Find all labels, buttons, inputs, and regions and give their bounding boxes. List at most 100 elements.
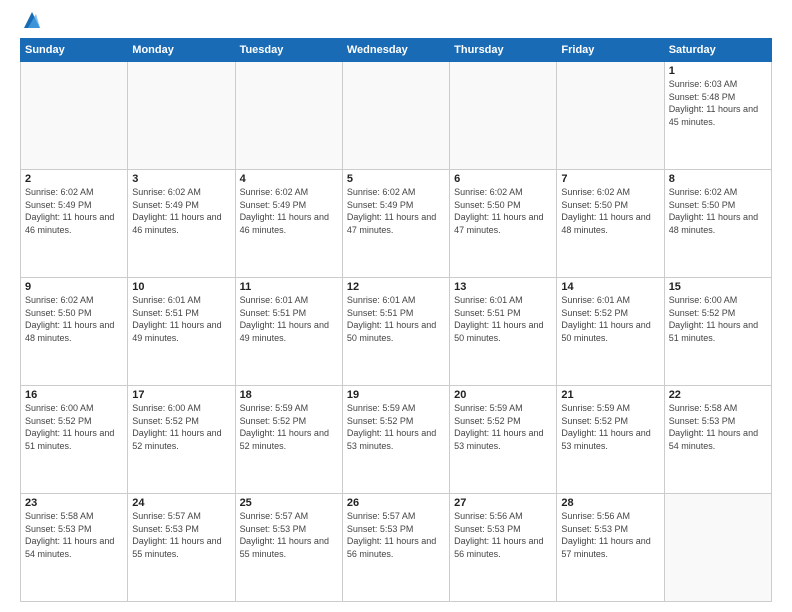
day-number: 17 <box>132 389 230 401</box>
day-header-friday: Friday <box>557 39 664 62</box>
day-info: Sunrise: 5:57 AM Sunset: 5:53 PM Dayligh… <box>240 510 338 560</box>
day-info: Sunrise: 5:59 AM Sunset: 5:52 PM Dayligh… <box>240 402 338 452</box>
calendar-cell: 26Sunrise: 5:57 AM Sunset: 5:53 PM Dayli… <box>342 494 449 602</box>
day-number: 2 <box>25 173 123 185</box>
calendar-cell: 1Sunrise: 6:03 AM Sunset: 5:48 PM Daylig… <box>664 62 771 170</box>
day-number: 14 <box>561 281 659 293</box>
calendar-cell: 9Sunrise: 6:02 AM Sunset: 5:50 PM Daylig… <box>21 278 128 386</box>
day-number: 6 <box>454 173 552 185</box>
calendar-cell <box>557 62 664 170</box>
calendar-cell: 5Sunrise: 6:02 AM Sunset: 5:49 PM Daylig… <box>342 170 449 278</box>
day-number: 9 <box>25 281 123 293</box>
calendar-cell: 15Sunrise: 6:00 AM Sunset: 5:52 PM Dayli… <box>664 278 771 386</box>
calendar-cell: 16Sunrise: 6:00 AM Sunset: 5:52 PM Dayli… <box>21 386 128 494</box>
day-header-tuesday: Tuesday <box>235 39 342 62</box>
day-header-sunday: Sunday <box>21 39 128 62</box>
day-info: Sunrise: 6:00 AM Sunset: 5:52 PM Dayligh… <box>25 402 123 452</box>
day-number: 24 <box>132 497 230 509</box>
day-header-wednesday: Wednesday <box>342 39 449 62</box>
day-info: Sunrise: 6:02 AM Sunset: 5:49 PM Dayligh… <box>132 186 230 236</box>
day-number: 5 <box>347 173 445 185</box>
page: SundayMondayTuesdayWednesdayThursdayFrid… <box>0 0 792 612</box>
day-info: Sunrise: 6:02 AM Sunset: 5:50 PM Dayligh… <box>454 186 552 236</box>
calendar-cell: 21Sunrise: 5:59 AM Sunset: 5:52 PM Dayli… <box>557 386 664 494</box>
calendar-cell <box>21 62 128 170</box>
day-number: 20 <box>454 389 552 401</box>
calendar-cell: 27Sunrise: 5:56 AM Sunset: 5:53 PM Dayli… <box>450 494 557 602</box>
day-info: Sunrise: 6:02 AM Sunset: 5:50 PM Dayligh… <box>561 186 659 236</box>
day-header-thursday: Thursday <box>450 39 557 62</box>
day-number: 25 <box>240 497 338 509</box>
day-number: 26 <box>347 497 445 509</box>
calendar-week-row: 1Sunrise: 6:03 AM Sunset: 5:48 PM Daylig… <box>21 62 772 170</box>
calendar-cell: 24Sunrise: 5:57 AM Sunset: 5:53 PM Dayli… <box>128 494 235 602</box>
calendar-cell: 19Sunrise: 5:59 AM Sunset: 5:52 PM Dayli… <box>342 386 449 494</box>
day-info: Sunrise: 6:01 AM Sunset: 5:51 PM Dayligh… <box>347 294 445 344</box>
calendar-cell: 8Sunrise: 6:02 AM Sunset: 5:50 PM Daylig… <box>664 170 771 278</box>
calendar-cell: 20Sunrise: 5:59 AM Sunset: 5:52 PM Dayli… <box>450 386 557 494</box>
day-number: 16 <box>25 389 123 401</box>
day-info: Sunrise: 5:58 AM Sunset: 5:53 PM Dayligh… <box>25 510 123 560</box>
day-info: Sunrise: 5:58 AM Sunset: 5:53 PM Dayligh… <box>669 402 767 452</box>
day-info: Sunrise: 6:03 AM Sunset: 5:48 PM Dayligh… <box>669 78 767 128</box>
day-header-monday: Monday <box>128 39 235 62</box>
calendar-week-row: 16Sunrise: 6:00 AM Sunset: 5:52 PM Dayli… <box>21 386 772 494</box>
day-info: Sunrise: 6:01 AM Sunset: 5:51 PM Dayligh… <box>240 294 338 344</box>
calendar-cell: 17Sunrise: 6:00 AM Sunset: 5:52 PM Dayli… <box>128 386 235 494</box>
day-info: Sunrise: 6:01 AM Sunset: 5:52 PM Dayligh… <box>561 294 659 344</box>
calendar-week-row: 9Sunrise: 6:02 AM Sunset: 5:50 PM Daylig… <box>21 278 772 386</box>
day-info: Sunrise: 6:01 AM Sunset: 5:51 PM Dayligh… <box>454 294 552 344</box>
calendar-cell <box>450 62 557 170</box>
calendar-cell: 22Sunrise: 5:58 AM Sunset: 5:53 PM Dayli… <box>664 386 771 494</box>
calendar-week-row: 2Sunrise: 6:02 AM Sunset: 5:49 PM Daylig… <box>21 170 772 278</box>
header <box>20 16 772 30</box>
calendar-cell <box>342 62 449 170</box>
calendar-cell: 18Sunrise: 5:59 AM Sunset: 5:52 PM Dayli… <box>235 386 342 494</box>
day-number: 11 <box>240 281 338 293</box>
day-number: 10 <box>132 281 230 293</box>
calendar-header-row: SundayMondayTuesdayWednesdayThursdayFrid… <box>21 39 772 62</box>
day-number: 23 <box>25 497 123 509</box>
day-number: 22 <box>669 389 767 401</box>
calendar-week-row: 23Sunrise: 5:58 AM Sunset: 5:53 PM Dayli… <box>21 494 772 602</box>
day-info: Sunrise: 5:59 AM Sunset: 5:52 PM Dayligh… <box>561 402 659 452</box>
day-info: Sunrise: 6:02 AM Sunset: 5:49 PM Dayligh… <box>25 186 123 236</box>
day-info: Sunrise: 5:59 AM Sunset: 5:52 PM Dayligh… <box>454 402 552 452</box>
day-number: 12 <box>347 281 445 293</box>
calendar-cell: 14Sunrise: 6:01 AM Sunset: 5:52 PM Dayli… <box>557 278 664 386</box>
day-info: Sunrise: 6:01 AM Sunset: 5:51 PM Dayligh… <box>132 294 230 344</box>
day-number: 13 <box>454 281 552 293</box>
calendar-cell <box>128 62 235 170</box>
day-info: Sunrise: 5:57 AM Sunset: 5:53 PM Dayligh… <box>132 510 230 560</box>
day-info: Sunrise: 6:00 AM Sunset: 5:52 PM Dayligh… <box>132 402 230 452</box>
calendar-table: SundayMondayTuesdayWednesdayThursdayFrid… <box>20 38 772 602</box>
calendar-cell: 2Sunrise: 6:02 AM Sunset: 5:49 PM Daylig… <box>21 170 128 278</box>
day-number: 21 <box>561 389 659 401</box>
day-number: 27 <box>454 497 552 509</box>
day-number: 8 <box>669 173 767 185</box>
calendar-cell: 23Sunrise: 5:58 AM Sunset: 5:53 PM Dayli… <box>21 494 128 602</box>
day-info: Sunrise: 6:02 AM Sunset: 5:50 PM Dayligh… <box>669 186 767 236</box>
day-info: Sunrise: 6:02 AM Sunset: 5:49 PM Dayligh… <box>347 186 445 236</box>
day-info: Sunrise: 5:57 AM Sunset: 5:53 PM Dayligh… <box>347 510 445 560</box>
day-number: 1 <box>669 65 767 77</box>
calendar-cell: 10Sunrise: 6:01 AM Sunset: 5:51 PM Dayli… <box>128 278 235 386</box>
calendar-cell: 25Sunrise: 5:57 AM Sunset: 5:53 PM Dayli… <box>235 494 342 602</box>
calendar-cell: 13Sunrise: 6:01 AM Sunset: 5:51 PM Dayli… <box>450 278 557 386</box>
calendar-cell <box>235 62 342 170</box>
calendar-cell: 12Sunrise: 6:01 AM Sunset: 5:51 PM Dayli… <box>342 278 449 386</box>
day-number: 15 <box>669 281 767 293</box>
logo-icon <box>22 10 42 30</box>
day-info: Sunrise: 5:56 AM Sunset: 5:53 PM Dayligh… <box>454 510 552 560</box>
logo <box>20 20 42 30</box>
calendar-cell: 28Sunrise: 5:56 AM Sunset: 5:53 PM Dayli… <box>557 494 664 602</box>
calendar-cell: 11Sunrise: 6:01 AM Sunset: 5:51 PM Dayli… <box>235 278 342 386</box>
day-number: 18 <box>240 389 338 401</box>
calendar-cell: 6Sunrise: 6:02 AM Sunset: 5:50 PM Daylig… <box>450 170 557 278</box>
day-number: 4 <box>240 173 338 185</box>
calendar-cell: 4Sunrise: 6:02 AM Sunset: 5:49 PM Daylig… <box>235 170 342 278</box>
day-info: Sunrise: 6:00 AM Sunset: 5:52 PM Dayligh… <box>669 294 767 344</box>
calendar-cell <box>664 494 771 602</box>
day-header-saturday: Saturday <box>664 39 771 62</box>
day-info: Sunrise: 5:59 AM Sunset: 5:52 PM Dayligh… <box>347 402 445 452</box>
